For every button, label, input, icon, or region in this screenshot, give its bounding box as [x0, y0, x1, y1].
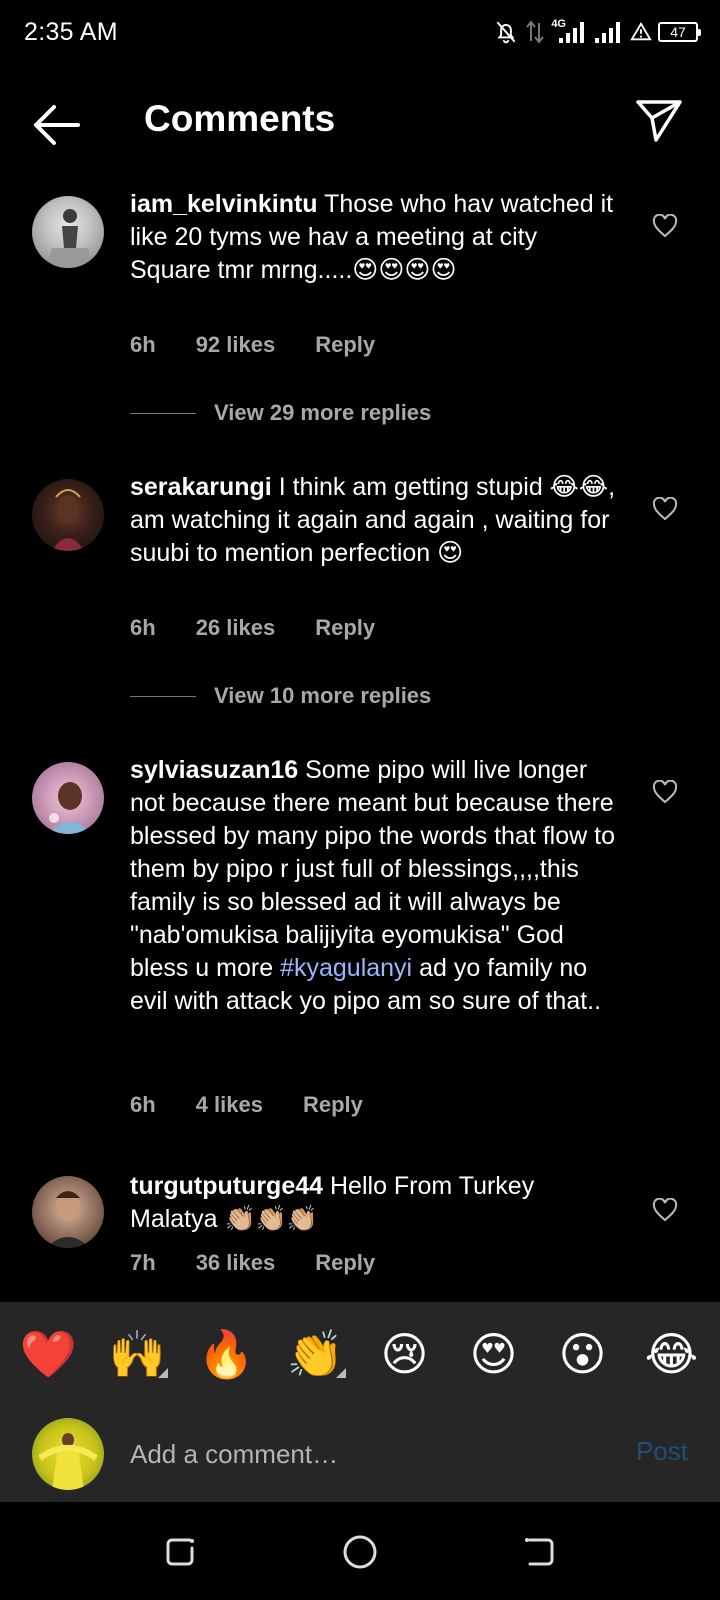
- avatar[interactable]: [32, 1176, 104, 1248]
- emoji-heart-button[interactable]: ❤️: [17, 1327, 81, 1382]
- comment-meta: 6h 26 likes Reply: [130, 615, 375, 641]
- comment-time: 6h: [130, 1092, 156, 1117]
- user-photo-icon: [48, 782, 92, 834]
- view-replies-button[interactable]: View 10 more replies: [130, 683, 431, 709]
- comment-text: sylviasuzan16 Some pipo will live longer…: [130, 754, 620, 1018]
- user-photo-icon: [38, 1433, 98, 1490]
- comment-time: 7h: [130, 1250, 156, 1275]
- user-photo-icon: [52, 489, 84, 551]
- view-replies-button[interactable]: View 29 more replies: [130, 400, 431, 426]
- skin-tone-indicator: [157, 1367, 168, 1378]
- comment-composer: Post: [0, 1406, 720, 1502]
- comment-username[interactable]: iam_kelvinkintu: [130, 190, 318, 218]
- user-photo-icon: [46, 1191, 90, 1248]
- comment-meta: 6h 4 likes Reply: [130, 1092, 363, 1118]
- divider: [130, 412, 196, 414]
- reply-button[interactable]: Reply: [303, 1092, 363, 1118]
- back-arrow-icon: [34, 105, 80, 145]
- back-nav-icon: [525, 1538, 554, 1566]
- emoji-quick-bar: ❤️ 🙌 🔥 👏 😢 😍 😮 😂: [0, 1302, 720, 1406]
- data-transfer-icon: [526, 20, 545, 44]
- recent-apps-icon: [166, 1538, 194, 1566]
- current-user-avatar: [32, 1418, 104, 1490]
- comment-likes[interactable]: 4 likes: [196, 1092, 263, 1118]
- notifications-off-icon: [496, 21, 516, 44]
- heart-icon[interactable]: [652, 497, 678, 521]
- status-icons: 4G 47: [493, 16, 701, 48]
- divider: [130, 695, 196, 697]
- emoji-surprised-button[interactable]: 😮: [551, 1327, 615, 1381]
- comment-likes[interactable]: 36 likes: [196, 1250, 276, 1276]
- user-photo-icon: [46, 209, 92, 268]
- header: Comments: [0, 64, 720, 184]
- comment-content: Some pipo will live longer not because t…: [130, 756, 615, 982]
- comment-likes[interactable]: 26 likes: [196, 615, 276, 641]
- comment-text: turgutputurge44 Hello From Turkey Malaty…: [130, 1170, 620, 1236]
- comment-username[interactable]: sylviasuzan16: [130, 756, 298, 784]
- warning-icon: [630, 21, 652, 41]
- view-replies-label: View 29 more replies: [214, 400, 432, 425]
- home-button[interactable]: [340, 1532, 380, 1572]
- status-bar: 2:35 AM 4G 47: [0, 0, 720, 64]
- home-circle-icon: [343, 1535, 377, 1569]
- emoji-laughing-button[interactable]: 😂: [640, 1327, 704, 1381]
- avatar[interactable]: [32, 479, 104, 551]
- back-button[interactable]: [28, 100, 84, 150]
- post-button[interactable]: Post: [636, 1436, 688, 1467]
- avatar[interactable]: [32, 196, 104, 268]
- view-replies-label: View 10 more replies: [214, 683, 432, 708]
- status-time: 2:35 AM: [24, 18, 118, 46]
- network-type-label: 4G: [551, 18, 566, 30]
- avatar[interactable]: [32, 762, 104, 834]
- signal-strength-2-icon: [595, 22, 620, 43]
- emoji-fire-button[interactable]: 🔥: [195, 1327, 259, 1382]
- skin-tone-indicator: [335, 1367, 346, 1378]
- comment-username[interactable]: serakarungi: [130, 473, 272, 501]
- reply-button[interactable]: Reply: [315, 1250, 375, 1276]
- heart-icon[interactable]: [652, 214, 678, 238]
- emoji-raised-hands-button[interactable]: 🙌: [106, 1327, 170, 1382]
- direct-message-icon: [636, 100, 682, 142]
- system-nav-bar: [0, 1502, 720, 1600]
- emoji-clap-button[interactable]: 👏: [284, 1327, 348, 1382]
- heart-icon[interactable]: [652, 780, 678, 804]
- emoji-crying-button[interactable]: 😢: [373, 1327, 437, 1381]
- comment-likes[interactable]: 92 likes: [196, 332, 276, 358]
- share-button[interactable]: [634, 96, 684, 144]
- page-title: Comments: [144, 98, 336, 139]
- reply-button[interactable]: Reply: [315, 615, 375, 641]
- comment-input[interactable]: [130, 1426, 600, 1482]
- comment-time: 6h: [130, 615, 156, 640]
- comment-meta: 6h 92 likes Reply: [130, 332, 375, 358]
- reply-button[interactable]: Reply: [315, 332, 375, 358]
- battery-indicator: 47: [658, 22, 701, 42]
- heart-icon[interactable]: [652, 1198, 678, 1222]
- back-nav-button[interactable]: [520, 1532, 560, 1572]
- recent-apps-button[interactable]: [160, 1532, 200, 1572]
- comment-text: iam_kelvinkintu Those who hav watched it…: [130, 188, 620, 287]
- comment-text: serakarungi I think am getting stupid 😂😂…: [130, 471, 620, 570]
- comment-username[interactable]: turgutputurge44: [130, 1172, 323, 1200]
- emoji-heart-eyes-button[interactable]: 😍: [462, 1327, 526, 1381]
- comment-time: 6h: [130, 332, 156, 357]
- hashtag-link[interactable]: #kyagulanyi: [280, 954, 412, 982]
- comment-meta: 7h 36 likes Reply: [130, 1250, 375, 1276]
